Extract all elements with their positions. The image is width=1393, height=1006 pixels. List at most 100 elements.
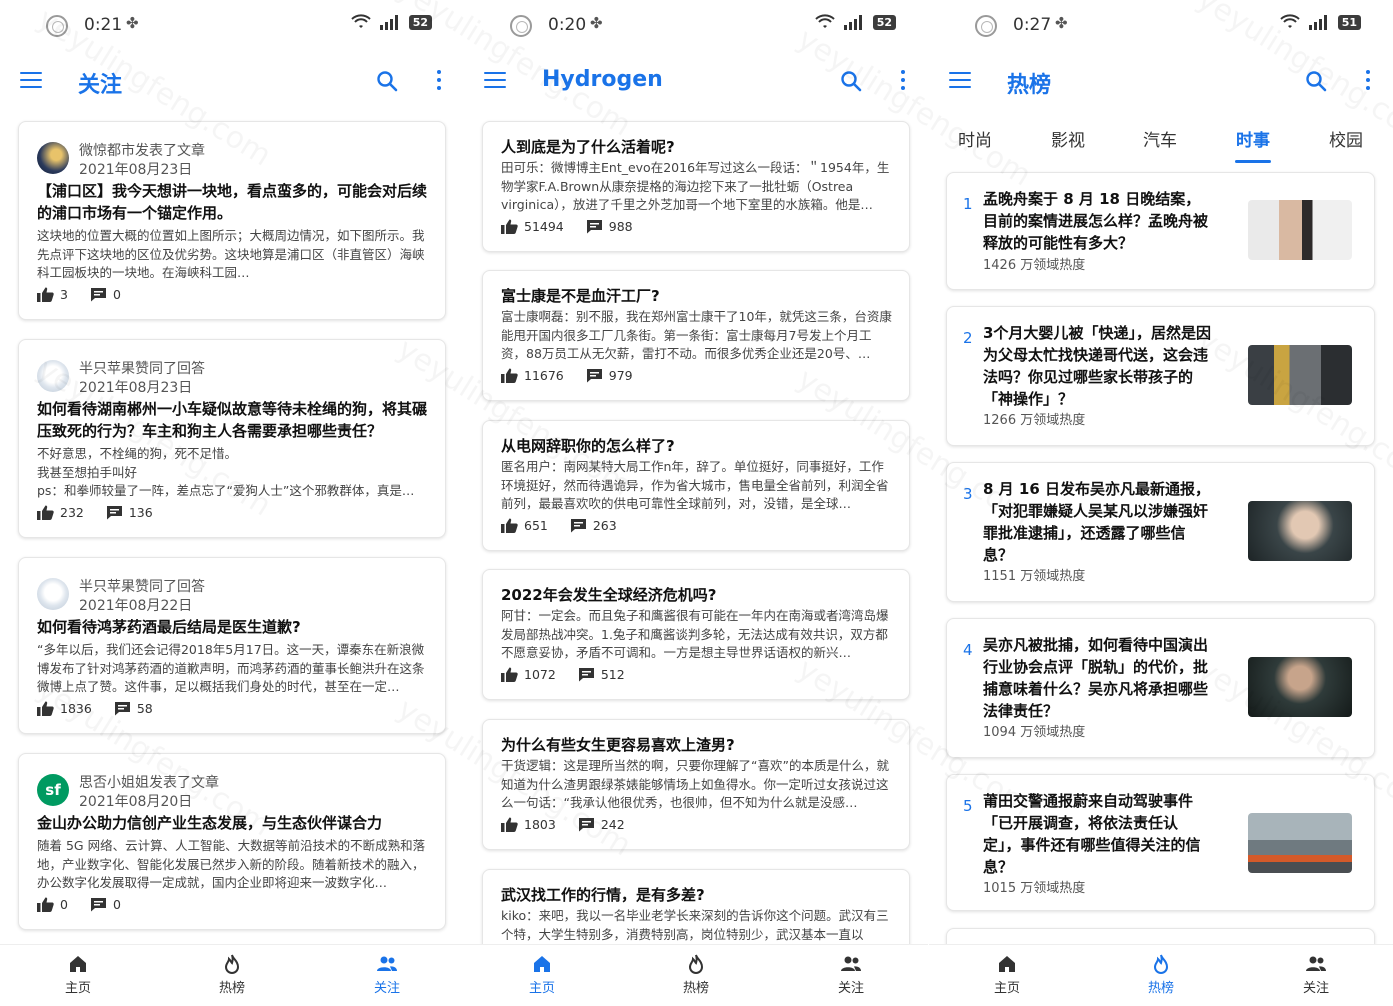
hot-list-item[interactable]: 2 3个月大婴儿被「快递」，居然是因为父母太忙找快递哥代送，这会违法吗？你见过哪…: [946, 306, 1375, 446]
avatar[interactable]: [37, 360, 69, 392]
question-card[interactable]: 为什么有些女生更容易喜欢上渣男? 干货逻辑：这是理所当然的啊，只要你理解了“喜欢…: [482, 719, 910, 850]
thumbs-up-icon[interactable]: [501, 219, 518, 234]
comment-icon[interactable]: [586, 219, 603, 234]
nav-following[interactable]: 关注: [811, 953, 891, 996]
card-title[interactable]: 2022年会发生全球经济危机吗?: [501, 584, 893, 606]
card-excerpt[interactable]: “多年以后，我们还会记得2018年5月17日。这一天，谭秦东在新浪微博发布了针对…: [37, 641, 429, 697]
like-count: 232: [60, 505, 84, 520]
card-excerpt[interactable]: 这块地的位置大概的位置如上图所示；大概周边情况，如下图所示。我先点评下这块地的区…: [37, 227, 429, 283]
segmentfault-logo[interactable]: sf: [37, 774, 69, 806]
comment-icon[interactable]: [106, 505, 123, 520]
comment-icon[interactable]: [90, 897, 107, 912]
more-options-icon[interactable]: [434, 70, 444, 92]
thumbs-up-icon[interactable]: [501, 817, 518, 832]
card-stats: 11676 979: [501, 368, 633, 383]
card-excerpt[interactable]: 富士康啊磊：别不服，我在郑州富士康干了10年，就凭这三条，台资康能甩开国内很多工…: [501, 308, 893, 364]
hot-item-title[interactable]: 吴亦凡被批捕，如何看待中国演出行业协会点评「脱轨」的代价，批捕意味着什么？吴亦凡…: [983, 634, 1215, 722]
card-title[interactable]: 金山办公助力信创产业生态发展，与生态伙伴谋合力: [37, 812, 429, 834]
nav-hot[interactable]: 热榜: [192, 953, 272, 996]
card-author[interactable]: 半只苹果赞同了回答: [79, 358, 205, 378]
card-title[interactable]: 人到底是为了什么活着呢?: [501, 136, 893, 158]
feed-card[interactable]: 半只苹果赞同了回答 2021年08月22日 如何看待鸿茅药酒最后结局是医生道歉?…: [18, 557, 446, 734]
hot-list-item[interactable]: 3 8 月 16 日发布吴亦凡最新通报，「对犯罪嫌疑人吴某凡以涉嫌强奸罪批准逮捕…: [946, 462, 1375, 602]
comment-icon[interactable]: [114, 701, 131, 716]
comment-icon[interactable]: [578, 817, 595, 832]
news-thumbnail[interactable]: [1248, 813, 1352, 873]
thumbs-up-icon[interactable]: [37, 701, 54, 716]
card-excerpt[interactable]: 随着 5G 网络、云计算、人工智能、大数据等前沿技术的不断成熟和落地，产业数字化…: [37, 837, 429, 893]
comment-count: 263: [592, 518, 617, 533]
feed-card[interactable]: sf 思否小姐姐发表了文章 2021年08月20日 金山办公助力信创产业生态发展…: [18, 753, 446, 930]
news-thumbnail[interactable]: [1248, 345, 1352, 405]
tab-film[interactable]: 影视: [1051, 126, 1085, 151]
question-card[interactable]: 从电网辞职你的怎么样了? 匿名用户：南网某特大局工作n年，辞了。单位挺好，同事挺…: [482, 420, 910, 551]
nav-hot[interactable]: 热榜: [656, 953, 736, 996]
menu-icon[interactable]: [949, 72, 971, 88]
hot-list-item[interactable]: 5 莆田交警通报蔚来自动驾驶事件「已开展调查，将依法责任认定」，事件还有哪些值得…: [946, 774, 1375, 911]
card-excerpt[interactable]: 匿名用户：南网某特大局工作n年，辞了。单位挺好，同事挺好，工作环境挺好，然而待遇…: [501, 458, 893, 514]
comment-icon[interactable]: [578, 667, 595, 682]
nav-following[interactable]: 关注: [347, 953, 427, 996]
card-title[interactable]: 武汉找工作的行情，是有多差?: [501, 884, 893, 906]
comment-icon[interactable]: [90, 287, 107, 302]
like-count: 1803: [524, 817, 556, 832]
news-thumbnail[interactable]: [1248, 200, 1352, 260]
card-author[interactable]: 思否小姐姐发表了文章: [79, 772, 219, 792]
thumbs-up-icon[interactable]: [501, 518, 518, 533]
nav-following[interactable]: 关注: [1276, 953, 1356, 996]
card-excerpt[interactable]: 阿甘：一定会。而且兔子和鹰酱很有可能在一年内在南海或者湾湾岛爆发局部热战冲突。1…: [501, 607, 893, 663]
nav-home[interactable]: 主页: [967, 953, 1047, 996]
bottom-nav: 主页 热榜 关注: [929, 944, 1393, 1006]
hot-item-title[interactable]: 3个月大婴儿被「快递」，居然是因为父母太忙找快递哥代送，这会违法吗？你见过哪些家…: [983, 322, 1215, 410]
avatar[interactable]: [37, 142, 69, 174]
tab-auto[interactable]: 汽车: [1143, 126, 1177, 151]
hot-item-title[interactable]: 莆田交警通报蔚来自动驾驶事件「已开展调查，将依法责任认定」，事件还有哪些值得关注…: [983, 790, 1215, 878]
card-title[interactable]: 从电网辞职你的怎么样了?: [501, 435, 893, 457]
status-bar: 0:27 ✤ 51: [929, 0, 1393, 52]
thumbs-up-icon[interactable]: [37, 897, 54, 912]
card-author[interactable]: 微惊都市发表了文章: [79, 140, 205, 160]
card-title[interactable]: 为什么有些女生更容易喜欢上渣男?: [501, 734, 893, 756]
nav-home[interactable]: 主页: [502, 953, 582, 996]
search-icon[interactable]: [1305, 70, 1327, 92]
feed-card[interactable]: 微惊都市发表了文章 2021年08月23日 【浦口区】我今天想讲一块地，看点蛮多…: [18, 121, 446, 320]
page-title: 热榜: [1007, 73, 1052, 98]
card-title[interactable]: 如何看待湖南郴州一小车疑似故意等待未栓绳的狗，将其碾压致死的行为？车主和狗主人各…: [37, 398, 429, 442]
hot-list-item[interactable]: 4 吴亦凡被批捕，如何看待中国演出行业协会点评「脱轨」的代价，批捕意味着什么？吴…: [946, 618, 1375, 758]
feed-card[interactable]: 半只苹果赞同了回答 2021年08月23日 如何看待湖南郴州一小车疑似故意等待未…: [18, 339, 446, 538]
page-title: Hydrogen: [542, 67, 663, 92]
tab-campus[interactable]: 校园: [1329, 126, 1363, 151]
comment-icon[interactable]: [570, 518, 587, 533]
thumbs-up-icon[interactable]: [501, 368, 518, 383]
more-options-icon[interactable]: [898, 70, 908, 92]
tab-fashion[interactable]: 时尚: [958, 126, 992, 151]
comment-icon[interactable]: [586, 368, 603, 383]
news-thumbnail[interactable]: [1248, 657, 1352, 717]
question-card[interactable]: 人到底是为了什么活着呢? 田可乐：微博博主Ent_evo在2016年写过这么一段…: [482, 121, 910, 252]
card-title[interactable]: 【浦口区】我今天想讲一块地，看点蛮多的，可能会对后续的浦口市场有一个锚定作用。: [37, 180, 429, 224]
search-icon[interactable]: [840, 70, 862, 92]
card-excerpt[interactable]: 田可乐：微博博主Ent_evo在2016年写过这么一段话：＂1954年，生物学家…: [501, 159, 893, 215]
card-author[interactable]: 半只苹果赞同了回答: [79, 576, 205, 596]
news-thumbnail[interactable]: [1248, 501, 1352, 561]
card-excerpt[interactable]: 干货逻辑：这是理所当然的啊，只要你理解了“喜欢”的本质是什么，就知道为什么渣男跟…: [501, 757, 893, 813]
card-excerpt[interactable]: 不好意思，不栓绳的狗，死不足惜。 我甚至想拍手叫好 ps：和拳师较量了一阵，差点…: [37, 445, 429, 501]
menu-icon[interactable]: [484, 72, 506, 88]
hot-list-item[interactable]: 1 孟晚舟案于 8 月 18 日晚结案，目前的案情进展怎么样？孟晚舟被释放的可能…: [946, 172, 1375, 290]
hot-item-title[interactable]: 孟晚舟案于 8 月 18 日晚结案，目前的案情进展怎么样？孟晚舟被释放的可能性有…: [983, 188, 1215, 254]
thumbs-up-icon[interactable]: [37, 287, 54, 302]
nav-home[interactable]: 主页: [38, 953, 118, 996]
thumbs-up-icon[interactable]: [37, 505, 54, 520]
question-card[interactable]: 富士康是不是血汗工厂? 富士康啊磊：别不服，我在郑州富士康干了10年，就凭这三条…: [482, 270, 910, 401]
more-options-icon[interactable]: [1363, 70, 1373, 92]
menu-icon[interactable]: [20, 72, 42, 88]
hot-item-title[interactable]: 8 月 16 日发布吴亦凡最新通报，「对犯罪嫌疑人吴某凡以涉嫌强奸罪批准逮捕」，…: [983, 478, 1215, 566]
tab-current-affairs[interactable]: 时事: [1236, 126, 1270, 151]
avatar[interactable]: [37, 578, 69, 610]
thumbs-up-icon[interactable]: [501, 667, 518, 682]
card-title[interactable]: 如何看待鸿茅药酒最后结局是医生道歉?: [37, 616, 429, 638]
search-icon[interactable]: [376, 70, 398, 92]
question-card[interactable]: 2022年会发生全球经济危机吗? 阿甘：一定会。而且兔子和鹰酱很有可能在一年内在…: [482, 569, 910, 700]
card-title[interactable]: 富士康是不是血汗工厂?: [501, 285, 893, 307]
nav-hot[interactable]: 热榜: [1121, 953, 1201, 996]
